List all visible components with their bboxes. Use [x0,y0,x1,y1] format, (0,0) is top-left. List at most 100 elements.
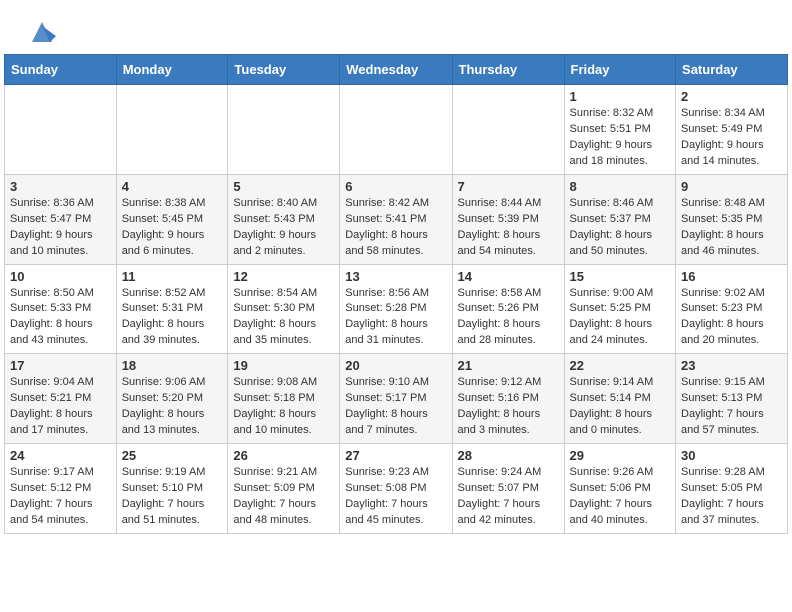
day-number: 19 [233,358,334,373]
calendar-cell [5,85,117,175]
day-info: Sunrise: 9:26 AM Sunset: 5:06 PM Dayligh… [570,465,671,529]
calendar-cell: 20 Sunrise: 9:10 AM Sunset: 5:17 PM Dayli… [340,354,452,444]
day-info: Sunrise: 8:44 AM Sunset: 5:39 PM Dayligh… [458,196,559,260]
calendar-cell: 1 Sunrise: 8:32 AM Sunset: 5:51 PM Daylig… [564,85,676,175]
day-info: Sunrise: 8:34 AM Sunset: 5:49 PM Dayligh… [681,106,782,170]
day-info: Sunrise: 9:15 AM Sunset: 5:13 PM Dayligh… [681,375,782,439]
calendar-cell: 19Sunrise: 9:08 AM Sunset: 5:18 PM Dayli… [228,354,340,444]
day-info: Sunrise: 8:52 AM Sunset: 5:31 PM Dayligh… [122,286,223,350]
day-number: 17 [10,358,111,373]
day-number: 24 [10,448,111,463]
week-row-5: 24 Sunrise: 9:17 AM Sunset: 5:12 PM Dayli… [5,444,788,534]
day-info: Sunrise: 8:36 AM Sunset: 5:47 PM Dayligh… [10,196,111,260]
calendar-cell: 13 Sunrise: 8:56 AM Sunset: 5:28 PM Dayli… [340,264,452,354]
day-number: 25 [122,448,223,463]
day-info: Sunrise: 8:56 AM Sunset: 5:28 PM Dayligh… [345,286,446,350]
day-number: 4 [122,179,223,194]
calendar-cell: 11 Sunrise: 8:52 AM Sunset: 5:31 PM Dayli… [116,264,228,354]
calendar-cell [228,85,340,175]
day-number: 13 [345,269,446,284]
calendar-cell [452,85,564,175]
calendar-cell: 27 Sunrise: 9:23 AM Sunset: 5:08 PM Dayli… [340,444,452,534]
page-header [0,0,792,54]
day-number: 29 [570,448,671,463]
day-info: Sunrise: 8:42 AM Sunset: 5:41 PM Dayligh… [345,196,446,260]
day-info: Sunrise: 9:28 AM Sunset: 5:05 PM Dayligh… [681,465,782,529]
day-info: Sunrise: 9:21 AM Sunset: 5:09 PM Dayligh… [233,465,334,529]
day-info: Sunrise: 9:02 AM Sunset: 5:23 PM Dayligh… [681,286,782,350]
calendar-cell: 10 Sunrise: 8:50 AM Sunset: 5:33 PM Dayli… [5,264,117,354]
day-number: 21 [458,358,559,373]
day-number: 7 [458,179,559,194]
weekday-header-sunday: Sunday [5,55,117,85]
day-info: Sunrise: 8:46 AM Sunset: 5:37 PM Dayligh… [570,196,671,260]
day-info: Sunrise: 9:10 AM Sunset: 5:17 PM Dayligh… [345,375,446,439]
calendar-cell: 22 Sunrise: 9:14 AM Sunset: 5:14 PM Dayli… [564,354,676,444]
day-info: Sunrise: 8:48 AM Sunset: 5:35 PM Dayligh… [681,196,782,260]
logo-icon [28,18,56,46]
calendar-cell: 4 Sunrise: 8:38 AM Sunset: 5:45 PM Daylig… [116,174,228,264]
calendar-cell: 29 Sunrise: 9:26 AM Sunset: 5:06 PM Dayli… [564,444,676,534]
day-number: 11 [122,269,223,284]
day-info: Sunrise: 9:00 AM Sunset: 5:25 PM Dayligh… [570,286,671,350]
day-number: 12 [233,269,334,284]
calendar-cell: 30 Sunrise: 9:28 AM Sunset: 5:05 PM Dayli… [676,444,788,534]
day-number: 14 [458,269,559,284]
day-number: 1 [570,89,671,104]
day-info: Sunrise: 9:14 AM Sunset: 5:14 PM Dayligh… [570,375,671,439]
day-number: 5 [233,179,334,194]
day-number: 2 [681,89,782,104]
calendar-cell: 25 Sunrise: 9:19 AM Sunset: 5:10 PM Dayli… [116,444,228,534]
weekday-header-friday: Friday [564,55,676,85]
day-number: 8 [570,179,671,194]
day-number: 15 [570,269,671,284]
week-row-3: 10 Sunrise: 8:50 AM Sunset: 5:33 PM Dayli… [5,264,788,354]
day-number: 26 [233,448,334,463]
weekday-header-thursday: Thursday [452,55,564,85]
day-number: 30 [681,448,782,463]
day-number: 10 [10,269,111,284]
calendar-cell: 14 Sunrise: 8:58 AM Sunset: 5:26 PM Dayli… [452,264,564,354]
day-info: Sunrise: 8:38 AM Sunset: 5:45 PM Dayligh… [122,196,223,260]
calendar-cell: 9 Sunrise: 8:48 AM Sunset: 5:35 PM Daylig… [676,174,788,264]
day-info: Sunrise: 9:23 AM Sunset: 5:08 PM Dayligh… [345,465,446,529]
day-number: 18 [122,358,223,373]
day-info: Sunrise: 8:58 AM Sunset: 5:26 PM Dayligh… [458,286,559,350]
calendar-cell: 2 Sunrise: 8:34 AM Sunset: 5:49 PM Daylig… [676,85,788,175]
week-row-2: 3 Sunrise: 8:36 AM Sunset: 5:47 PM Daylig… [5,174,788,264]
weekday-header-wednesday: Wednesday [340,55,452,85]
day-number: 9 [681,179,782,194]
calendar-cell: 6Sunrise: 8:42 AM Sunset: 5:41 PM Daylig… [340,174,452,264]
weekday-header-monday: Monday [116,55,228,85]
day-number: 16 [681,269,782,284]
calendar-table: SundayMondayTuesdayWednesdayThursdayFrid… [4,54,788,534]
weekday-header-saturday: Saturday [676,55,788,85]
week-row-1: 1 Sunrise: 8:32 AM Sunset: 5:51 PM Daylig… [5,85,788,175]
day-number: 28 [458,448,559,463]
calendar-cell: 7 Sunrise: 8:44 AM Sunset: 5:39 PM Daylig… [452,174,564,264]
calendar-cell: 5 Sunrise: 8:40 AM Sunset: 5:43 PM Daylig… [228,174,340,264]
weekday-header-row: SundayMondayTuesdayWednesdayThursdayFrid… [5,55,788,85]
calendar-cell: 23Sunrise: 9:15 AM Sunset: 5:13 PM Dayli… [676,354,788,444]
day-number: 27 [345,448,446,463]
day-number: 22 [570,358,671,373]
logo [24,18,56,46]
calendar-cell: 12 Sunrise: 8:54 AM Sunset: 5:30 PM Dayli… [228,264,340,354]
calendar-cell: 21Sunrise: 9:12 AM Sunset: 5:16 PM Dayli… [452,354,564,444]
day-number: 20 [345,358,446,373]
day-info: Sunrise: 8:50 AM Sunset: 5:33 PM Dayligh… [10,286,111,350]
day-info: Sunrise: 8:54 AM Sunset: 5:30 PM Dayligh… [233,286,334,350]
calendar-cell: 16 Sunrise: 9:02 AM Sunset: 5:23 PM Dayli… [676,264,788,354]
day-info: Sunrise: 9:19 AM Sunset: 5:10 PM Dayligh… [122,465,223,529]
calendar-cell: 8 Sunrise: 8:46 AM Sunset: 5:37 PM Daylig… [564,174,676,264]
calendar-cell [116,85,228,175]
calendar-cell: 18Sunrise: 9:06 AM Sunset: 5:20 PM Dayli… [116,354,228,444]
day-info: Sunrise: 8:40 AM Sunset: 5:43 PM Dayligh… [233,196,334,260]
calendar-cell: 17Sunrise: 9:04 AM Sunset: 5:21 PM Dayli… [5,354,117,444]
weekday-header-tuesday: Tuesday [228,55,340,85]
day-info: Sunrise: 9:17 AM Sunset: 5:12 PM Dayligh… [10,465,111,529]
day-info: Sunrise: 8:32 AM Sunset: 5:51 PM Dayligh… [570,106,671,170]
day-info: Sunrise: 9:24 AM Sunset: 5:07 PM Dayligh… [458,465,559,529]
day-number: 3 [10,179,111,194]
week-row-4: 17Sunrise: 9:04 AM Sunset: 5:21 PM Dayli… [5,354,788,444]
